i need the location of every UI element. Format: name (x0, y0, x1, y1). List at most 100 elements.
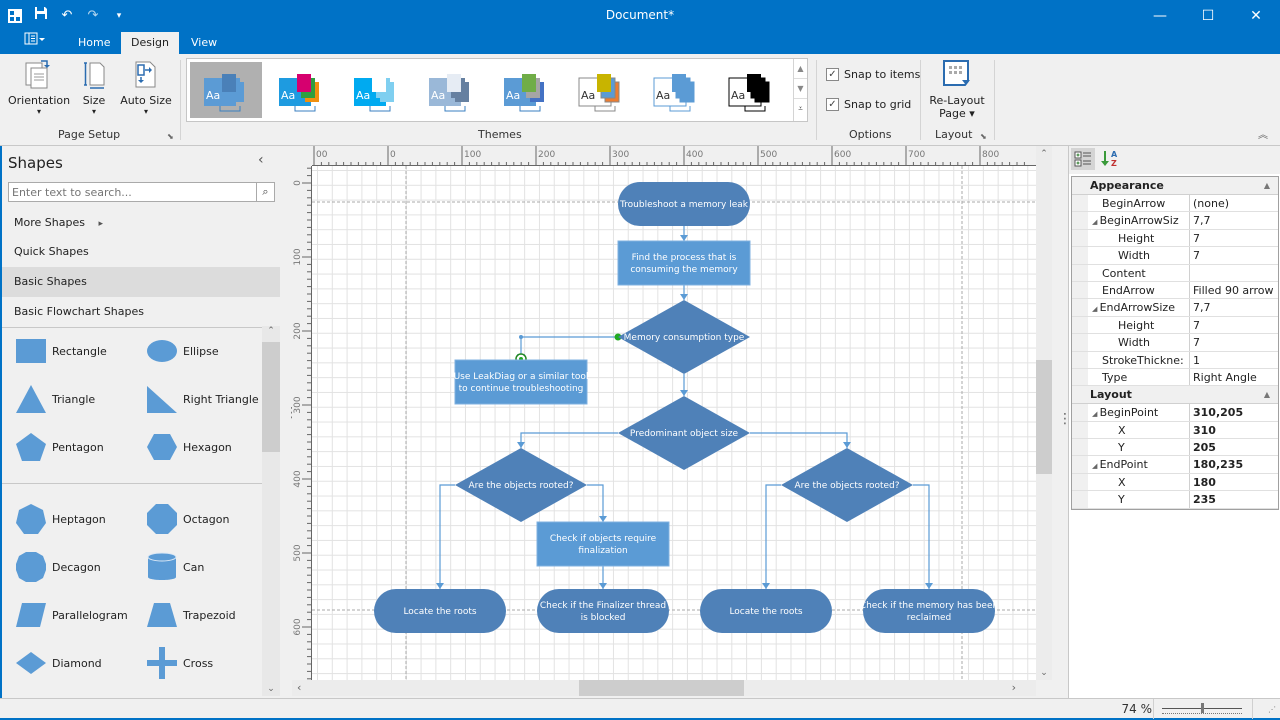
scroll-left-icon[interactable]: ‹ (297, 680, 301, 696)
scroll-down-icon[interactable]: ⌄ (262, 684, 280, 694)
page-setup-dialog-launcher-icon[interactable]: ⬊ (167, 132, 174, 141)
scrollbar-thumb[interactable] (1036, 360, 1052, 474)
theme-item[interactable]: Aa (490, 62, 562, 118)
scrollbar-thumb[interactable] (579, 680, 744, 696)
shape-item-decagon[interactable]: Decagon (14, 550, 101, 584)
flowchart-node-objsize[interactable]: Predominant object size (618, 396, 750, 470)
property-value[interactable] (1190, 264, 1278, 281)
scroll-down-icon[interactable]: ⌄ (1036, 668, 1052, 678)
property-value[interactable]: Filled 90 arrow (1190, 281, 1278, 299)
alphabetical-icon[interactable]: AZ (1099, 148, 1123, 170)
theme-item[interactable]: Aa (640, 62, 712, 118)
minimize-button[interactable]: — (1136, 0, 1184, 32)
tab-view[interactable]: View (181, 32, 227, 54)
shape-item-parallelogram[interactable]: Parallelogram (14, 598, 128, 632)
shape-item-ellipse[interactable]: Ellipse (145, 334, 219, 368)
expand-icon[interactable]: ◢ (1092, 410, 1100, 418)
flowchart-node-start[interactable]: Troubleshoot a memory leak (618, 182, 750, 226)
property-row[interactable]: Content (1072, 264, 1278, 282)
maximize-button[interactable]: ☐ (1184, 0, 1232, 32)
flowchart-node-roots2[interactable]: Locate the roots (700, 589, 832, 633)
property-row[interactable]: ◢ EndPoint 180,235 (1072, 456, 1278, 474)
property-value[interactable]: 7 (1190, 334, 1278, 351)
shape-item-diamond[interactable]: Diamond (14, 646, 102, 680)
size-button[interactable]: Size ▾ (78, 58, 110, 116)
shape-item-hexagon[interactable]: Hexagon (145, 430, 232, 464)
property-row[interactable]: Y 235 (1072, 491, 1278, 509)
property-row[interactable]: Y 205 (1072, 439, 1278, 457)
flowchart-node-finthread[interactable]: Check if the Finalizer thread is blocked (537, 589, 669, 633)
shape-item-pentagon[interactable]: Pentagon (14, 430, 104, 464)
scroll-up-icon[interactable]: ⌃ (262, 326, 280, 342)
shape-item-can[interactable]: Can (145, 550, 204, 584)
expand-icon[interactable]: ◢ (1092, 218, 1100, 226)
collapse-icon[interactable]: ▲ (1264, 177, 1270, 195)
collapse-ribbon-icon[interactable]: ︽ (1258, 126, 1268, 141)
scroll-up-icon[interactable]: ⌃ (1036, 146, 1052, 162)
scrollbar-thumb[interactable] (262, 342, 280, 452)
property-value[interactable]: 7,7 (1190, 212, 1278, 229)
canvas-horizontal-scrollbar[interactable]: ‹ › (292, 680, 1036, 696)
property-row[interactable]: Width 7 (1072, 247, 1278, 265)
zoom-slider-thumb[interactable] (1201, 703, 1204, 713)
property-category-layout[interactable]: Layout ▲ (1072, 386, 1278, 405)
property-value[interactable]: 180,235 (1190, 456, 1278, 473)
property-value[interactable]: 7,7 (1190, 299, 1278, 316)
orientation-button[interactable]: Orientation ▾ (8, 58, 70, 116)
property-row[interactable]: Height 7 (1072, 316, 1278, 335)
shape-item-cross[interactable]: Cross (145, 646, 213, 680)
snap-to-grid-checkbox[interactable]: ✓ Snap to grid (826, 98, 911, 111)
expand-icon[interactable]: ◢ (1092, 462, 1100, 470)
shape-item-right-triangle[interactable]: Right Triangle (145, 382, 259, 416)
relayout-page-button[interactable]: Re-Layout Page ▾ (928, 58, 986, 120)
category-more-shapes[interactable]: More Shapes ▸ (2, 208, 280, 238)
resize-grip-icon[interactable]: ⋰ (1268, 705, 1276, 714)
property-value[interactable]: 7 (1190, 316, 1278, 334)
shapes-scrollbar[interactable]: ⌃ ⌄ (262, 326, 280, 696)
property-value[interactable]: 310,205 (1190, 404, 1278, 421)
property-row[interactable]: Type Right Angle (1072, 368, 1278, 387)
close-button[interactable]: ✕ (1232, 0, 1280, 32)
gallery-scroll-down-icon[interactable]: ▼ (794, 79, 807, 99)
property-value[interactable]: 7 (1190, 247, 1278, 264)
collapse-panel-icon[interactable]: ‹ (258, 152, 264, 168)
category-quick-shapes[interactable]: Quick Shapes (2, 237, 280, 267)
category-basic-shapes[interactable]: Basic Shapes (2, 267, 280, 297)
property-row[interactable]: ◢ BeginPoint 310,205 (1072, 404, 1278, 422)
theme-item[interactable]: Aa (415, 62, 487, 118)
flowchart-node-find[interactable]: Find the process that is consuming the me… (617, 240, 751, 286)
property-value[interactable]: (none) (1190, 195, 1278, 212)
file-menu-button[interactable] (14, 32, 54, 54)
theme-item[interactable]: Aa (340, 62, 412, 118)
shape-item-rectangle[interactable]: Rectangle (14, 334, 107, 368)
shape-item-trapezoid[interactable]: Trapezoid (145, 598, 236, 632)
shape-search-field[interactable]: ⌕ (8, 182, 275, 202)
property-row[interactable]: X 180 (1072, 473, 1278, 492)
property-row[interactable]: Width 7 (1072, 334, 1278, 352)
property-value[interactable]: 1 (1190, 351, 1278, 368)
shape-item-triangle[interactable]: Triangle (14, 382, 95, 416)
property-value[interactable]: 180 (1190, 473, 1278, 491)
category-basic-flowchart-shapes[interactable]: Basic Flowchart Shapes (2, 297, 280, 327)
auto-size-button[interactable]: Auto Size ▾ (120, 58, 172, 116)
property-row[interactable]: ◢ EndArrowSize 7,7 (1072, 299, 1278, 317)
layout-dialog-launcher-icon[interactable]: ⬊ (980, 132, 987, 141)
property-row[interactable]: EndArrow Filled 90 arrow (1072, 281, 1278, 300)
property-row[interactable]: Height 7 (1072, 229, 1278, 248)
theme-item[interactable]: Aa (565, 62, 637, 118)
canvas-vertical-scrollbar[interactable]: ⌃ ⌄ (1036, 146, 1052, 680)
collapse-icon[interactable]: ▲ (1264, 386, 1270, 404)
gallery-scrollbar[interactable]: ▲ ▼ ⩡ (793, 59, 807, 121)
flowchart-node-reclaimed[interactable]: Check if the memory has been reclaimed (860, 589, 998, 633)
theme-item[interactable]: Aa (190, 62, 262, 118)
property-row[interactable]: X 310 (1072, 421, 1278, 440)
theme-item[interactable]: Aa (715, 62, 787, 118)
tab-home[interactable]: Home (68, 32, 120, 54)
shape-search-input[interactable] (9, 183, 254, 201)
flowchart-node-rooted1[interactable]: Are the objects rooted? (455, 448, 587, 522)
shape-item-octagon[interactable]: Octagon (145, 502, 229, 536)
shape-item-heptagon[interactable]: Heptagon (14, 502, 106, 536)
tab-design[interactable]: Design (121, 32, 179, 54)
property-value[interactable]: Right Angle (1190, 368, 1278, 386)
property-value[interactable]: 235 (1190, 491, 1278, 508)
